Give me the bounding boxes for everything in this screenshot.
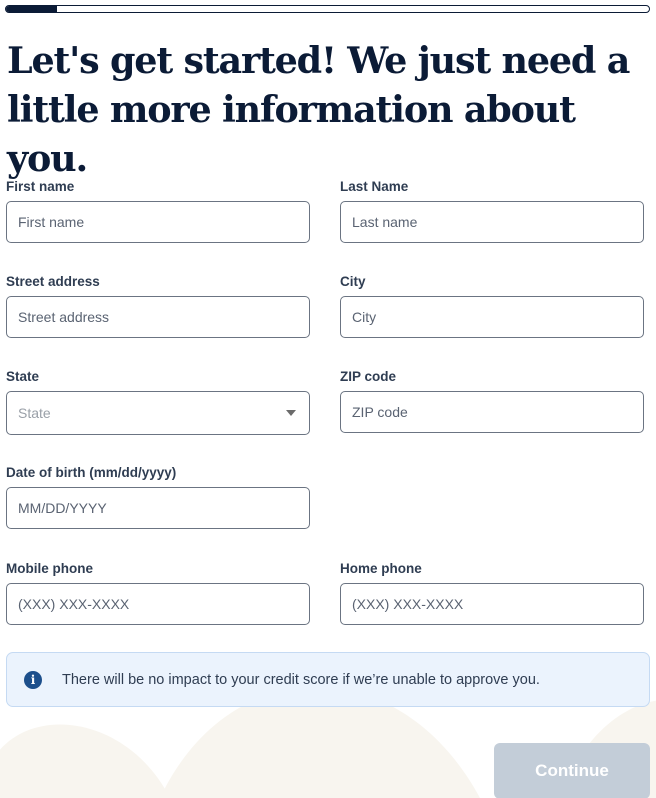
last-name-input[interactable]: [352, 214, 632, 230]
last-name-field-box[interactable]: [340, 201, 644, 243]
last-name-label: Last Name: [340, 179, 409, 194]
city-label: City: [340, 274, 366, 289]
progress-bar: [5, 5, 650, 13]
first-name-label: First name: [6, 179, 75, 194]
info-banner-text: There will be no impact to your credit s…: [62, 671, 540, 688]
state-label: State: [6, 369, 40, 384]
home-phone-field-box[interactable]: [340, 583, 644, 625]
dob-input[interactable]: [18, 500, 298, 516]
street-address-group: Street address: [6, 274, 310, 338]
last-name-group: Last Name: [340, 179, 644, 243]
city-field-box[interactable]: [340, 296, 644, 338]
page-title: Let's get started! We just need a little…: [7, 39, 630, 180]
street-address-field-box[interactable]: [6, 296, 310, 338]
dob-group: Date of birth (mm/dd/yyyy): [6, 465, 310, 529]
mobile-phone-field-box[interactable]: [6, 583, 310, 625]
zip-label: ZIP code: [340, 369, 397, 384]
home-phone-group: Home phone: [340, 561, 644, 625]
zip-field-box[interactable]: [340, 391, 644, 433]
dob-label: Date of birth (mm/dd/yyyy): [6, 465, 177, 480]
first-name-field-box[interactable]: [6, 201, 310, 243]
street-address-label: Street address: [6, 274, 100, 289]
home-phone-input[interactable]: [352, 596, 632, 612]
zip-input[interactable]: [352, 404, 632, 420]
dob-field-box[interactable]: [6, 487, 310, 529]
mobile-phone-label: Mobile phone: [6, 561, 93, 576]
credit-score-info-banner: i There will be no impact to your credit…: [6, 652, 650, 707]
zip-group: ZIP code: [340, 369, 644, 433]
state-group: State State: [6, 369, 310, 435]
mobile-phone-group: Mobile phone: [6, 561, 310, 625]
city-input[interactable]: [352, 309, 632, 325]
progress-bar-fill: [6, 6, 58, 12]
street-address-input[interactable]: [18, 309, 298, 325]
mobile-phone-input[interactable]: [18, 596, 298, 612]
caret-down-icon: [286, 410, 296, 416]
state-select[interactable]: State: [6, 391, 310, 435]
first-name-group: First name: [6, 179, 310, 243]
city-group: City: [340, 274, 644, 338]
continue-button[interactable]: Continue: [494, 743, 650, 798]
first-name-input[interactable]: [18, 214, 298, 230]
decor-hill-left: [0, 724, 170, 798]
state-select-placeholder: State: [18, 405, 51, 421]
home-phone-label: Home phone: [340, 561, 422, 576]
info-icon: i: [24, 670, 42, 689]
